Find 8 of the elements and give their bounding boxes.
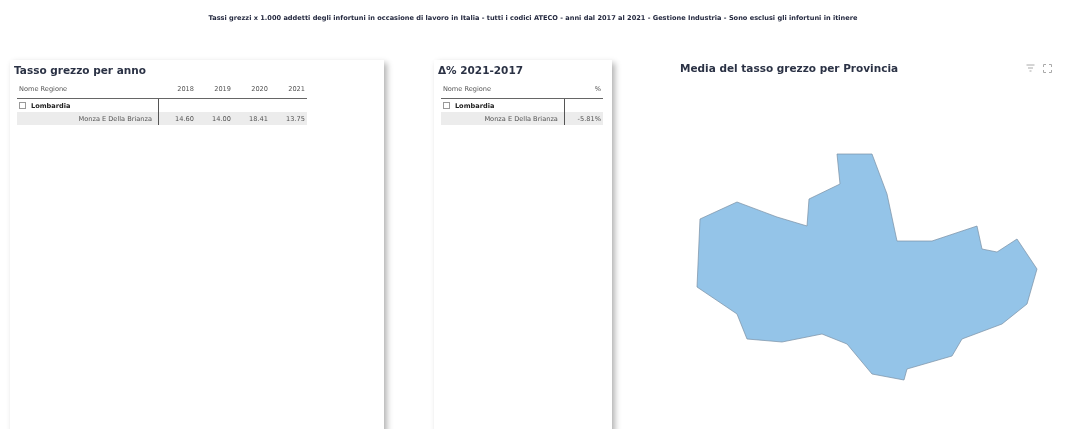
province-shape[interactable] — [696, 153, 1038, 381]
panel-title: Tasso grezzo per anno — [14, 64, 147, 76]
expand-icon[interactable] — [1043, 63, 1052, 73]
panel-title: Δ% 2021-2017 — [437, 64, 524, 76]
map-title: Media del tasso grezzo per Provincia — [680, 62, 899, 74]
expand-toggle-icon[interactable] — [19, 102, 26, 109]
filter-icon[interactable] — [1026, 63, 1035, 73]
expand-toggle-icon[interactable] — [442, 102, 450, 109]
